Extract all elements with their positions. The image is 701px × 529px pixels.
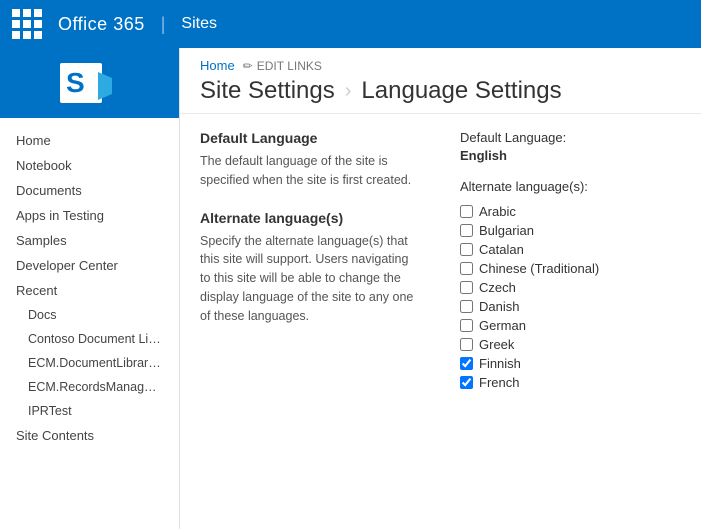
language-checkbox-row: Arabic	[460, 202, 681, 221]
page-title: Site Settings › Language Settings	[200, 77, 681, 105]
sidebar-logo: S	[0, 48, 179, 118]
sidebar-nav-item[interactable]: IPRTest	[0, 399, 179, 423]
alternate-language-section-desc: Specify the alternate language(s) that t…	[200, 232, 420, 326]
sidebar-nav-item[interactable]: Samples	[0, 228, 179, 253]
sidebar-nav-item[interactable]: Notebook	[0, 153, 179, 178]
language-checkbox-row: Catalan	[460, 240, 681, 259]
breadcrumb: Home ✏ EDIT LINKS	[200, 58, 681, 73]
sidebar-nav: HomeNotebookDocumentsApps in TestingSamp…	[0, 118, 179, 529]
sharepoint-logo: S	[60, 58, 120, 108]
language-checkbox[interactable]	[460, 205, 473, 218]
breadcrumb-home-link[interactable]: Home	[200, 58, 235, 73]
language-checkbox[interactable]	[460, 300, 473, 313]
sidebar: S HomeNotebookDocumentsApps in TestingSa…	[0, 48, 180, 529]
language-name: German	[479, 318, 526, 333]
language-name: Finnish	[479, 356, 521, 371]
language-checkbox[interactable]	[460, 281, 473, 294]
language-checkbox-row: Danish	[460, 297, 681, 316]
language-checkbox-row: Chinese (Traditional)	[460, 259, 681, 278]
language-name: Chinese (Traditional)	[479, 261, 599, 276]
page-title-left: Site Settings	[200, 77, 335, 105]
language-checkbox-row: Czech	[460, 278, 681, 297]
sidebar-nav-item[interactable]: Apps in Testing	[0, 203, 179, 228]
language-name: Greek	[479, 337, 514, 352]
settings-controls: Default Language: English Alternate lang…	[460, 130, 681, 392]
language-checkbox-row: Bulgarian	[460, 221, 681, 240]
default-language-section-desc: The default language of the site is spec…	[200, 152, 420, 190]
sidebar-nav-item[interactable]: Recent	[0, 278, 179, 303]
content-area: Home ✏ EDIT LINKS Site Settings › Langua…	[180, 48, 701, 529]
language-checkbox[interactable]	[460, 262, 473, 275]
settings-descriptions: Default Language The default language of…	[200, 130, 420, 392]
app-launcher-button[interactable]	[12, 9, 42, 39]
alternate-languages-label: Alternate language(s):	[460, 179, 681, 194]
language-checkbox[interactable]	[460, 376, 473, 389]
sidebar-nav-item[interactable]: Site Contents	[0, 423, 179, 448]
edit-links-button[interactable]: ✏ EDIT LINKS	[243, 59, 322, 73]
sidebar-nav-item[interactable]: Home	[0, 128, 179, 153]
language-checkbox[interactable]	[460, 357, 473, 370]
settings-body: Default Language The default language of…	[180, 114, 701, 408]
default-language-label: Default Language:	[460, 130, 681, 145]
language-checkboxes-list: Arabic Bulgarian Catalan Chinese (Tradition…	[460, 202, 681, 392]
language-name: Danish	[479, 299, 519, 314]
language-checkbox[interactable]	[460, 243, 473, 256]
sidebar-nav-item[interactable]: Documents	[0, 178, 179, 203]
sidebar-nav-item[interactable]: Contoso Document Library	[0, 327, 179, 351]
sidebar-nav-item[interactable]: ECM.RecordsManagement	[0, 375, 179, 399]
language-name: Arabic	[479, 204, 516, 219]
topbar-subtitle: Sites	[181, 15, 217, 33]
language-name: French	[479, 375, 519, 390]
language-checkbox[interactable]	[460, 224, 473, 237]
content-header: Home ✏ EDIT LINKS Site Settings › Langua…	[180, 48, 701, 114]
alternate-language-section-title: Alternate language(s)	[200, 210, 420, 226]
topbar-divider: |	[161, 14, 166, 35]
default-language-section-title: Default Language	[200, 130, 420, 146]
language-checkbox-row: French	[460, 373, 681, 392]
pencil-icon: ✏	[243, 59, 253, 73]
sidebar-nav-item[interactable]: ECM.DocumentLibraries	[0, 351, 179, 375]
sidebar-nav-item[interactable]: Developer Center	[0, 253, 179, 278]
language-name: Bulgarian	[479, 223, 534, 238]
sidebar-nav-item[interactable]: Docs	[0, 303, 179, 327]
topbar: Office 365 | Sites	[0, 0, 701, 48]
language-checkbox-row: Greek	[460, 335, 681, 354]
language-name: Czech	[479, 280, 516, 295]
language-checkbox[interactable]	[460, 338, 473, 351]
svg-text:S: S	[66, 67, 85, 98]
language-name: Catalan	[479, 242, 524, 257]
language-checkbox-row: Finnish	[460, 354, 681, 373]
language-checkbox[interactable]	[460, 319, 473, 332]
page-title-right: Language Settings	[361, 77, 561, 105]
language-checkbox-row: German	[460, 316, 681, 335]
topbar-title: Office 365	[58, 14, 145, 35]
main-container: S HomeNotebookDocumentsApps in TestingSa…	[0, 48, 701, 529]
default-language-value: English	[460, 148, 681, 163]
page-title-arrow: ›	[345, 80, 352, 103]
